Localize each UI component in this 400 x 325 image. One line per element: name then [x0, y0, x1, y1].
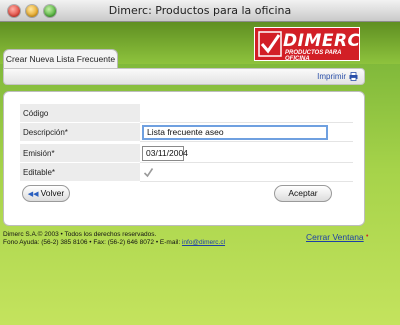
brand-name: DIMERC	[283, 31, 361, 51]
editable-checkbox[interactable]	[143, 167, 154, 178]
emision-date-input[interactable]: 03/11/2004	[142, 146, 188, 161]
emision-cell: 03/11/2004	[140, 144, 353, 163]
emision-label: Emisión*	[20, 144, 140, 163]
descripcion-cell: Lista frecuente aseo	[140, 123, 353, 142]
double-left-arrow-icon: ◀◀	[27, 191, 39, 198]
editable-cell	[140, 163, 353, 182]
codigo-label: Código	[20, 104, 140, 123]
brand-tagline: PRODUCTOS PARA OFICINA	[285, 50, 342, 62]
email-link[interactable]: info@dimerc.cl	[182, 239, 225, 246]
codigo-value	[140, 104, 353, 123]
back-button[interactable]: ◀◀ Volver	[22, 185, 70, 202]
form-row-codigo: Código	[20, 104, 353, 123]
form-row-descripcion: Descripción* Lista frecuente aseo	[20, 123, 353, 142]
footer-contact-text: Fono Ayuda: (56-2) 385 8106 • Fax: (56-2…	[3, 239, 182, 246]
checkmark-logo-icon	[258, 31, 282, 57]
descripcion-input[interactable]: Lista frecuente aseo	[142, 125, 328, 140]
footer-copyright: Dimerc S.A.© 2003 • Todos los derechos r…	[3, 231, 157, 238]
editable-label: Editable*	[20, 163, 140, 182]
tab-crear-lista[interactable]: Crear Nueva Lista Frecuente	[3, 49, 118, 68]
descripcion-label: Descripción*	[20, 123, 140, 142]
printer-icon[interactable]	[349, 72, 358, 81]
bullet-icon: •	[366, 233, 369, 240]
form-row-emision: Emisión* 03/11/2004	[20, 144, 353, 163]
back-button-label: Volver	[40, 188, 65, 198]
window-title-bar: Dimerc: Productos para la oficina	[0, 0, 400, 22]
checkmark-icon	[143, 168, 154, 178]
footer-contact: Fono Ayuda: (56-2) 385 8106 • Fax: (56-2…	[3, 239, 225, 246]
window-title: Dimerc: Productos para la oficina	[108, 4, 292, 17]
print-link[interactable]: Imprimir	[317, 72, 346, 81]
dimerc-logo: DIMERC PRODUCTOS PARA OFICINA	[254, 27, 361, 62]
form-panel: Código Descripción* Lista frecuente aseo…	[3, 91, 365, 226]
print-toolbar: Imprimir	[3, 68, 365, 85]
close-window-link[interactable]: Cerrar Ventana	[306, 232, 364, 242]
form-row-editable: Editable*	[20, 163, 353, 182]
accept-button[interactable]: Aceptar	[274, 185, 332, 202]
